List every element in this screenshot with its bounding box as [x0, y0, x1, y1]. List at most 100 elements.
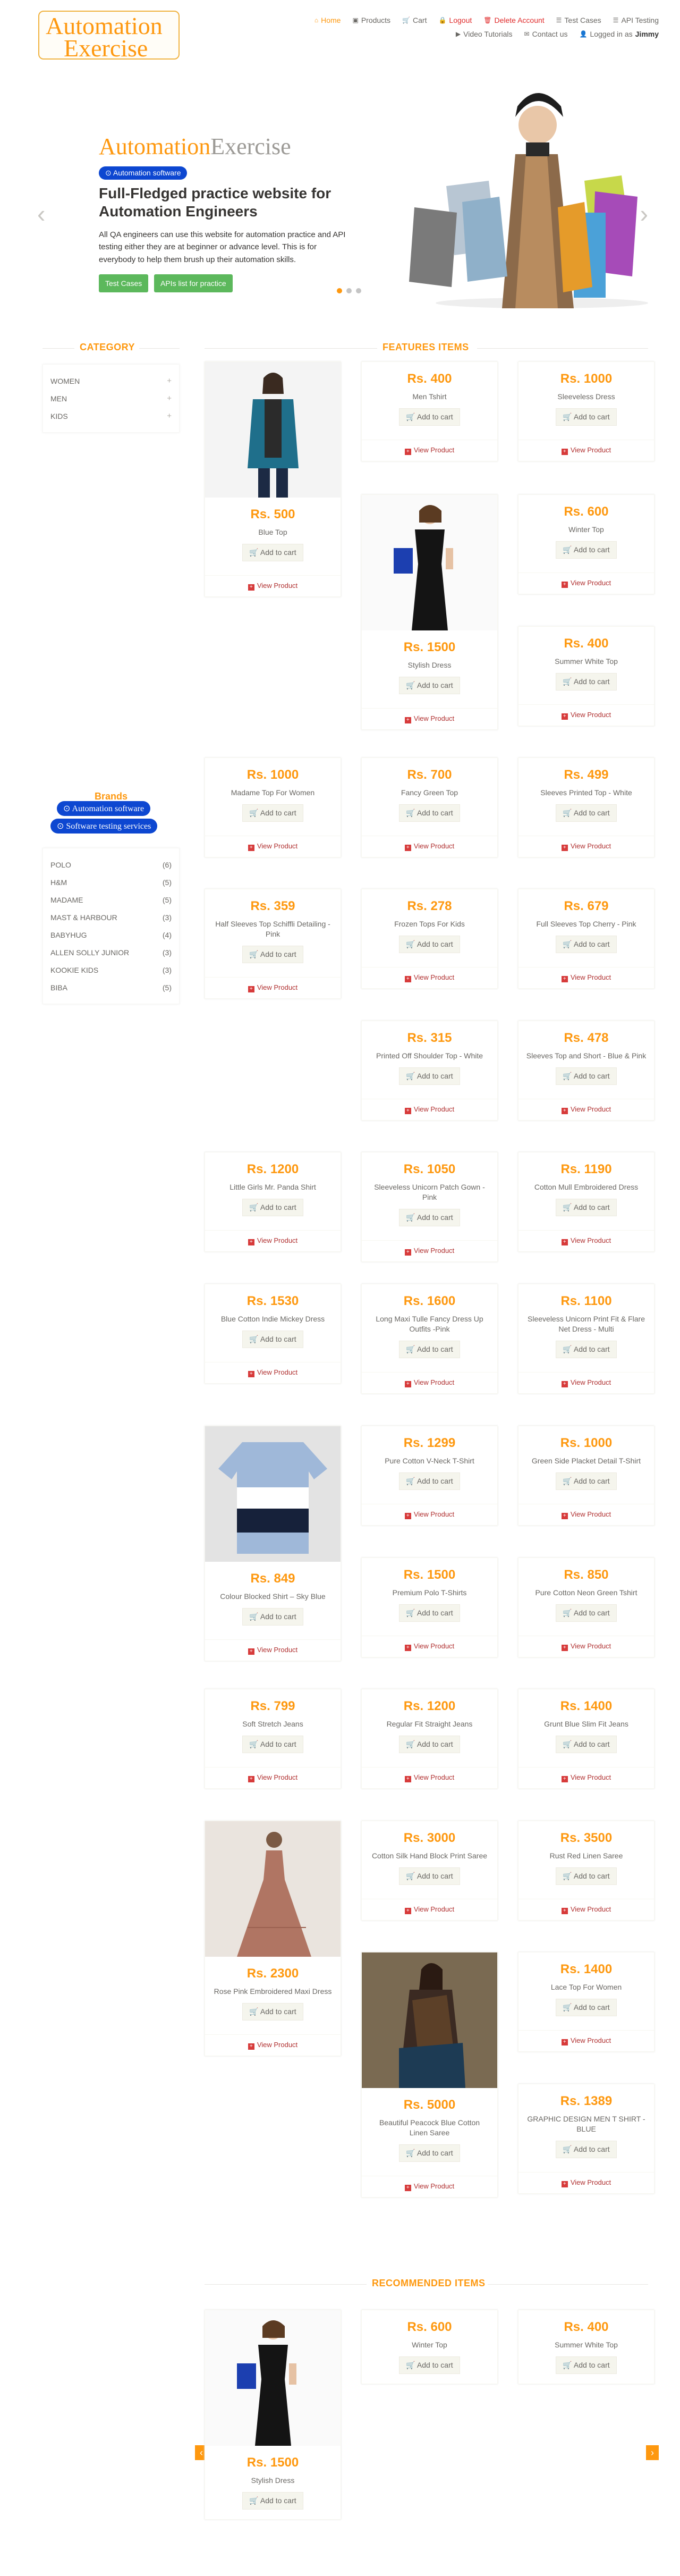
add-to-cart-button[interactable]: 🛒 Add to cart: [556, 408, 617, 426]
add-to-cart-button[interactable]: 🛒 Add to cart: [556, 541, 617, 559]
add-to-cart-button[interactable]: 🛒 Add to cart: [242, 2002, 303, 2021]
add-to-cart-button[interactable]: 🛒 Add to cart: [399, 1604, 460, 1622]
view-product-link[interactable]: + View Product: [362, 1371, 497, 1393]
brand-pill-testing[interactable]: ⊙ Software testing services: [50, 819, 158, 834]
nav-products[interactable]: ▣ Products: [352, 16, 390, 24]
add-to-cart-button[interactable]: 🛒 Add to cart: [399, 676, 460, 694]
add-to-cart-button[interactable]: 🛒 Add to cart: [399, 804, 460, 822]
category-item-men[interactable]: Men +: [50, 390, 172, 407]
site-logo[interactable]: Automation Exercise: [38, 11, 180, 61]
view-product-link[interactable]: + View Product: [518, 1230, 654, 1251]
add-to-cart-button[interactable]: 🛒 Add to cart: [556, 2140, 617, 2158]
view-product-link[interactable]: + View Product: [205, 575, 341, 596]
view-product-link[interactable]: + View Product: [518, 2171, 654, 2193]
view-product-link[interactable]: + View Product: [205, 2034, 341, 2056]
view-product-link[interactable]: + View Product: [362, 1240, 497, 1261]
brand-item[interactable]: Babyhug (4): [50, 926, 172, 944]
apis-list-button[interactable]: APIs list for practice: [154, 274, 233, 292]
plus-icon[interactable]: +: [167, 376, 172, 385]
brand-item[interactable]: Allen Solly Junior (3): [50, 944, 172, 961]
add-to-cart-button[interactable]: 🛒 Add to cart: [399, 935, 460, 953]
add-to-cart-button[interactable]: 🛒 Add to cart: [556, 1067, 617, 1085]
add-to-cart-button[interactable]: 🛒 Add to cart: [399, 1208, 460, 1226]
view-product-link[interactable]: + View Product: [205, 1361, 341, 1383]
add-to-cart-button[interactable]: 🛒 Add to cart: [399, 2356, 460, 2374]
view-product-link[interactable]: + View Product: [362, 1098, 497, 1120]
nav-delete-account[interactable]: 🗑 Delete Account: [483, 16, 544, 24]
view-product-link[interactable]: + View Product: [362, 708, 497, 729]
view-product-link[interactable]: + View Product: [205, 1639, 341, 1661]
view-product-link[interactable]: + View Product: [362, 1635, 497, 1657]
category-item-kids[interactable]: Kids +: [50, 407, 172, 425]
view-product-link[interactable]: + View Product: [362, 966, 497, 988]
slider-dot[interactable]: [337, 288, 342, 293]
add-to-cart-button[interactable]: 🛒 Add to cart: [556, 1998, 617, 2016]
view-product-link[interactable]: + View Product: [518, 1098, 654, 1120]
view-product-link[interactable]: + View Product: [205, 976, 341, 998]
add-to-cart-button[interactable]: 🛒 Add to cart: [242, 2491, 303, 2510]
category-item-women[interactable]: Women +: [50, 372, 172, 390]
plus-icon[interactable]: +: [167, 411, 172, 420]
view-product-link[interactable]: + View Product: [518, 966, 654, 988]
add-to-cart-button[interactable]: 🛒 Add to cart: [556, 672, 617, 691]
add-to-cart-button[interactable]: 🛒 Add to cart: [556, 1472, 617, 1490]
add-to-cart-button[interactable]: 🛒 Add to cart: [556, 1735, 617, 1753]
add-to-cart-button[interactable]: 🛒 Add to cart: [242, 1735, 303, 1753]
nav-api-testing[interactable]: ☰ API Testing: [613, 16, 659, 24]
slider-prev-icon[interactable]: ‹: [37, 199, 45, 228]
brand-item[interactable]: Polo (6): [50, 856, 172, 873]
add-to-cart-button[interactable]: 🛒 Add to cart: [556, 1867, 617, 1885]
brand-item[interactable]: Biba (5): [50, 979, 172, 996]
plus-icon[interactable]: +: [167, 394, 172, 403]
view-product-link[interactable]: + View Product: [518, 1371, 654, 1393]
add-to-cart-button[interactable]: 🛒 Add to cart: [242, 1607, 303, 1626]
nav-video-tutorials[interactable]: ▶ Video Tutorials: [456, 30, 513, 38]
add-to-cart-button[interactable]: 🛒 Add to cart: [242, 543, 303, 561]
add-to-cart-button[interactable]: 🛒 Add to cart: [556, 1198, 617, 1216]
view-product-link[interactable]: + View Product: [205, 1230, 341, 1251]
add-to-cart-button[interactable]: 🛒 Add to cart: [556, 1604, 617, 1622]
view-product-link[interactable]: + View Product: [518, 1635, 654, 1657]
view-product-link[interactable]: + View Product: [362, 439, 497, 461]
slider-pill[interactable]: ⊙ Automation software: [99, 166, 188, 180]
add-to-cart-button[interactable]: 🛒 Add to cart: [556, 1340, 617, 1358]
recommended-next-icon[interactable]: ›: [646, 2445, 659, 2460]
test-cases-button[interactable]: Test Cases: [99, 274, 149, 292]
view-product-link[interactable]: + View Product: [518, 572, 654, 594]
add-to-cart-button[interactable]: 🛒 Add to cart: [556, 935, 617, 953]
slider-dot[interactable]: [356, 288, 361, 293]
view-product-link[interactable]: + View Product: [362, 1503, 497, 1525]
brand-item[interactable]: H&M (5): [50, 873, 172, 891]
add-to-cart-button[interactable]: 🛒 Add to cart: [556, 2356, 617, 2374]
add-to-cart-button[interactable]: 🛒 Add to cart: [399, 1735, 460, 1753]
view-product-link[interactable]: + View Product: [362, 2175, 497, 2197]
add-to-cart-button[interactable]: 🛒 Add to cart: [399, 2144, 460, 2162]
brand-item[interactable]: Kookie Kids (3): [50, 961, 172, 979]
nav-logout[interactable]: 🔒 Logout: [438, 16, 472, 24]
add-to-cart-button[interactable]: 🛒 Add to cart: [399, 1472, 460, 1490]
view-product-link[interactable]: + View Product: [362, 1898, 497, 1920]
add-to-cart-button[interactable]: 🛒 Add to cart: [242, 945, 303, 963]
view-product-link[interactable]: + View Product: [205, 1766, 341, 1788]
add-to-cart-button[interactable]: 🛒 Add to cart: [399, 1067, 460, 1085]
add-to-cart-button[interactable]: 🛒 Add to cart: [399, 1867, 460, 1885]
view-product-link[interactable]: + View Product: [518, 835, 654, 857]
brand-pill-automation[interactable]: ⊙ Automation software: [57, 801, 151, 816]
add-to-cart-button[interactable]: 🛒 Add to cart: [399, 408, 460, 426]
view-product-link[interactable]: + View Product: [362, 835, 497, 857]
nav-test-cases[interactable]: ☰ Test Cases: [556, 16, 601, 24]
nav-contact-us[interactable]: ✉ Contact us: [524, 30, 568, 38]
view-product-link[interactable]: + View Product: [362, 1766, 497, 1788]
brand-item[interactable]: Mast & Harbour (3): [50, 908, 172, 926]
brand-item[interactable]: Madame (5): [50, 891, 172, 908]
view-product-link[interactable]: + View Product: [518, 439, 654, 461]
slider-dot[interactable]: [346, 288, 352, 293]
view-product-link[interactable]: + View Product: [518, 2030, 654, 2051]
view-product-link[interactable]: + View Product: [518, 704, 654, 726]
nav-cart[interactable]: 🛒 Cart: [402, 16, 427, 24]
add-to-cart-button[interactable]: 🛒 Add to cart: [242, 1198, 303, 1216]
add-to-cart-button[interactable]: 🛒 Add to cart: [242, 1330, 303, 1348]
add-to-cart-button[interactable]: 🛒 Add to cart: [242, 804, 303, 822]
add-to-cart-button[interactable]: 🛒 Add to cart: [556, 804, 617, 822]
view-product-link[interactable]: + View Product: [205, 835, 341, 857]
